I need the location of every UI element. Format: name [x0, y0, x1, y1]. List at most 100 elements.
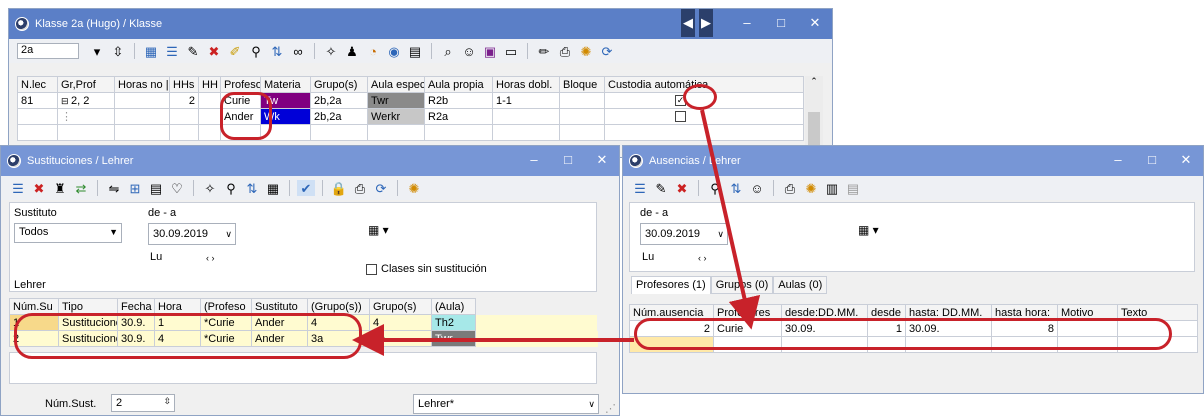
maximize-button[interactable]: □ [1135, 146, 1169, 176]
cell[interactable] [604, 108, 804, 125]
checkbox-checked[interactable]: ✓ [675, 95, 686, 107]
col-header[interactable]: Bloque [559, 76, 605, 93]
cell[interactable] [198, 108, 221, 125]
cell[interactable]: Ander [251, 314, 308, 331]
col-header[interactable]: Fecha [117, 298, 155, 315]
lock-icon[interactable]: 🔒 [330, 180, 348, 196]
cell[interactable] [559, 92, 605, 109]
close-button[interactable]: ✕ [1169, 146, 1203, 176]
col-header[interactable]: Profesores [713, 304, 782, 321]
col-header[interactable]: Aula espec [367, 76, 425, 93]
filter-icon[interactable]: ⚲ [706, 180, 724, 196]
collapse-icon[interactable]: ⊟ [61, 96, 71, 106]
col-header[interactable]: Gr,Prof [57, 76, 115, 93]
cell[interactable]: 1-1 [492, 92, 560, 109]
refresh-icon[interactable]: ⟳ [372, 180, 390, 196]
calendar-icon[interactable]: ▤ [406, 43, 424, 59]
cell[interactable] [114, 92, 170, 109]
col-header[interactable]: (Profeso [200, 298, 252, 315]
cell[interactable]: Ander [251, 330, 308, 347]
col-header[interactable]: Tipo [58, 298, 118, 315]
print-icon[interactable]: ⎙ [556, 43, 574, 59]
cell[interactable] [169, 108, 199, 125]
cell[interactable]: Sustituciones [58, 330, 118, 347]
delete-icon[interactable]: ✖ [673, 180, 691, 196]
settings-icon[interactable]: ✺ [802, 180, 820, 196]
table-row[interactable] [17, 124, 804, 141]
pencil-icon[interactable]: ✏ [535, 43, 553, 59]
day-nav[interactable]: ‹ › [698, 253, 707, 263]
date-field[interactable]: 30.09.2019 ∨ [640, 223, 728, 245]
cell[interactable] [559, 108, 605, 125]
cell[interactable]: Twr [367, 92, 425, 109]
col-header[interactable]: Profesor [220, 76, 261, 93]
table-row[interactable]: 2 Curie 30.09. 1 30.09. 8 [629, 320, 1198, 337]
calendar-picker-button[interactable]: ▦ ▾ [858, 223, 886, 241]
cell[interactable]: 2 [169, 92, 199, 109]
filter-icon[interactable]: ⚲ [247, 43, 265, 59]
users-icon[interactable]: ☺ [460, 43, 478, 59]
grid-icon[interactable]: ▦ [142, 43, 160, 59]
settings-icon[interactable]: ✺ [405, 180, 423, 196]
swap-icon[interactable]: ⇋ [105, 180, 123, 196]
cell[interactable]: 81 [17, 92, 58, 109]
cell[interactable]: Th2 [431, 314, 476, 331]
cell[interactable]: *Curie [200, 314, 252, 331]
merge-icon[interactable]: ⊞ [126, 180, 144, 196]
edit-icon[interactable]: ✐ [226, 43, 244, 59]
table-icon[interactable]: ▤ [147, 180, 165, 196]
sustituto-select[interactable]: Todos ▼ [14, 223, 122, 243]
minimize-button[interactable]: – [1101, 146, 1135, 176]
num-sust-field[interactable]: 2 ⇳ [111, 394, 175, 412]
col-header[interactable]: Horas no | [114, 76, 170, 93]
cell[interactable]: ⋮ [57, 108, 115, 125]
cell[interactable]: Twr [431, 330, 476, 347]
close-button[interactable]: ✕ [585, 146, 619, 176]
teacher-icon[interactable]: ♟ [343, 43, 361, 59]
sort-icon[interactable]: ⇅ [268, 43, 286, 59]
list-icon[interactable]: ☰ [631, 180, 649, 196]
cell[interactable] [198, 92, 221, 109]
cell[interactable]: 3a [307, 330, 370, 347]
cell[interactable]: 30.9. [117, 330, 155, 347]
tab-grupos[interactable]: Grupos (0) [710, 276, 774, 294]
new-icon[interactable]: ✎ [652, 180, 670, 196]
cell[interactable]: 4 [154, 330, 201, 347]
cell[interactable]: R2b [424, 92, 493, 109]
date-field[interactable]: 30.09.2019 ∨ [148, 223, 236, 245]
table-row[interactable] [629, 336, 1198, 353]
spin-icon[interactable]: ⇳ [163, 396, 171, 407]
cell[interactable]: 1 [867, 320, 906, 337]
cell[interactable]: R2a [424, 108, 493, 125]
cell[interactable]: ⊟ 2, 2 [57, 92, 115, 109]
clock-icon[interactable]: ◔ [364, 43, 382, 59]
col-header[interactable]: Grupo(s) [369, 298, 432, 315]
col-header[interactable]: hasta: DD.MM. [905, 304, 992, 321]
table-icon[interactable]: ▤ [844, 180, 862, 196]
col-header[interactable]: (Aula) [431, 298, 476, 315]
cell[interactable]: 30.09. [781, 320, 868, 337]
col-header[interactable]: Hora [154, 298, 201, 315]
col-header[interactable]: desde:DD.MM. [781, 304, 868, 321]
target-icon[interactable]: ◉ [385, 43, 403, 59]
minimize-button[interactable]: – [730, 9, 764, 39]
table-row[interactable]: ⋮ Ander Wk 2b,2a Werkr R2a [17, 108, 804, 125]
col-header[interactable]: HH [198, 76, 221, 93]
cell[interactable]: 2 [9, 330, 59, 347]
table-row[interactable]: 2 Sustituciones 30.9. 4 *Curie Ander 3a … [9, 330, 598, 347]
cell[interactable] [1057, 320, 1118, 337]
calendar-picker-button[interactable]: ▦ ▾ [368, 223, 396, 241]
cell[interactable]: *Curie [200, 330, 252, 347]
cell[interactable]: Curie [713, 320, 782, 337]
day-nav[interactable]: ‹ › [206, 253, 215, 263]
teacher-hat-icon[interactable]: ♜ [51, 180, 69, 196]
print-icon[interactable]: ⎙ [351, 180, 369, 196]
sort-icon[interactable]: ⇅ [243, 180, 261, 196]
monitor-icon[interactable]: ▭ [502, 43, 520, 59]
col-header[interactable]: Materia [260, 76, 311, 93]
dropdown-icon[interactable]: ▾ [88, 43, 106, 59]
list-icon[interactable]: ☰ [9, 180, 27, 196]
col-header[interactable]: N.lec [17, 76, 58, 93]
cell[interactable] [17, 108, 58, 125]
wand-icon[interactable]: ✧ [322, 43, 340, 59]
